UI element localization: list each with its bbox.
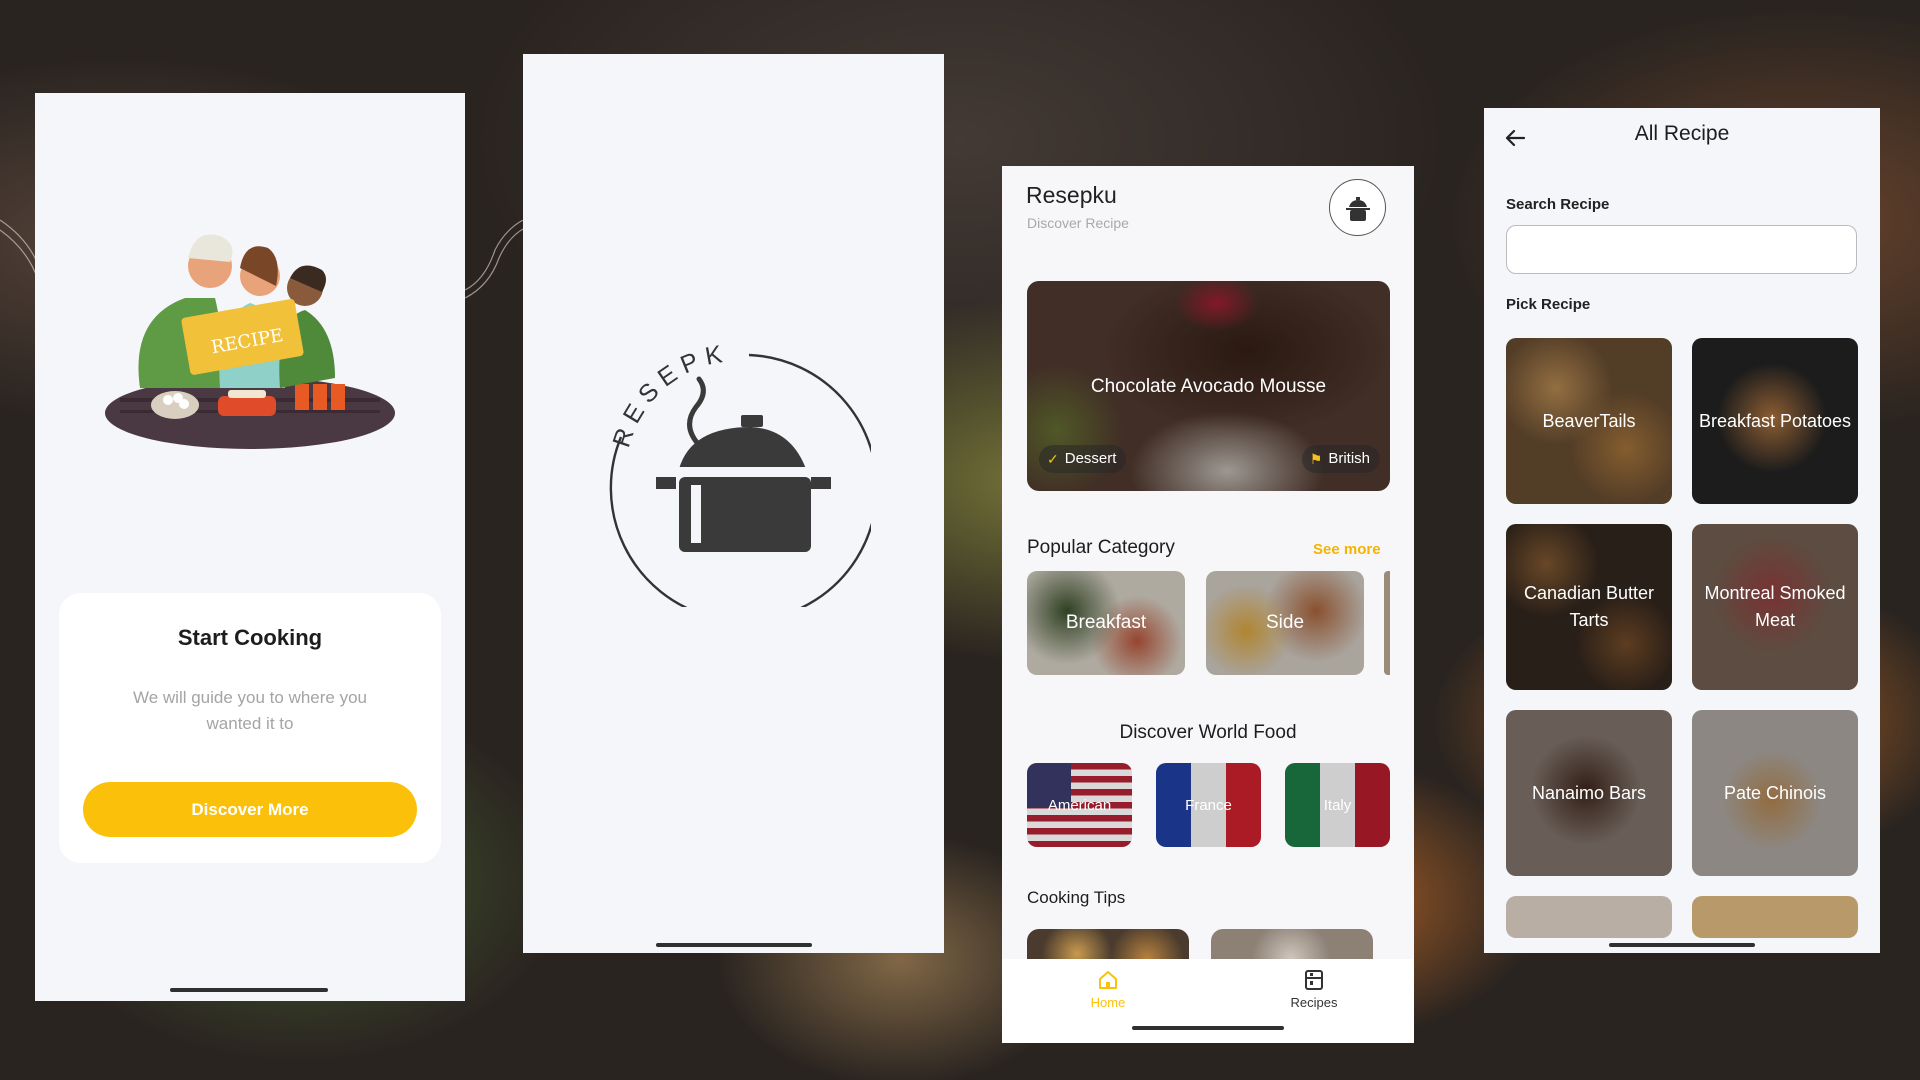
recipe-card-label: Nanaimo Bars (1506, 710, 1672, 876)
search-input[interactable] (1506, 225, 1857, 274)
home-indicator (1132, 1026, 1284, 1030)
page-title: All Recipe (1634, 122, 1730, 145)
onboarding-card: Start Cooking We will guide you to where… (59, 593, 441, 863)
recipe-card-label: Montreal Smoked Meat (1692, 524, 1858, 690)
recipe-card[interactable]: BeaverTails (1506, 338, 1672, 504)
profile-avatar[interactable] (1329, 179, 1386, 236)
recipe-card[interactable]: Montreal Smoked Meat (1692, 524, 1858, 690)
area-chip-label: British (1328, 450, 1370, 467)
recipe-card[interactable]: Canadian Butter Tarts (1506, 524, 1672, 690)
recipe-card-label: Breakfast Potatoes (1692, 338, 1858, 504)
category-chip: ✓ Dessert (1039, 445, 1127, 473)
app-title: Resepku (1026, 182, 1117, 208)
bottom-navigation: Home Recipes (1002, 959, 1414, 1043)
resepku-logo: RESEPKU (601, 337, 871, 607)
category-label: Side (1206, 571, 1364, 675)
world-food-label: France (1156, 763, 1261, 847)
recipe-card-label: Pate Chinois (1692, 710, 1858, 876)
see-more-link[interactable]: See more (1313, 541, 1381, 558)
dessert-icon: ✓ (1047, 451, 1059, 467)
recipe-card[interactable]: Breakfast Potatoes (1692, 338, 1858, 504)
splash-screen: RESEPKU (523, 54, 944, 953)
nav-home[interactable]: Home (1068, 969, 1148, 1010)
area-chip: ⚑ British (1301, 445, 1380, 473)
home-screen: Resepku Discover Recipe Chocolate Avocad… (1002, 166, 1414, 1043)
cooking-family-illustration: RECIPE (105, 234, 395, 449)
category-card-breakfast[interactable]: Breakfast (1027, 571, 1185, 675)
world-food-france[interactable]: France (1156, 763, 1261, 847)
recipe-card-partial[interactable] (1506, 896, 1672, 938)
recipe-card-partial[interactable] (1692, 896, 1858, 938)
world-food-label: Italy (1285, 763, 1390, 847)
world-food-title: Discover World Food (1119, 722, 1297, 743)
popular-category-title: Popular Category (1027, 537, 1175, 558)
category-chip-label: Dessert (1064, 450, 1117, 467)
home-icon (1099, 971, 1117, 989)
search-label: Search Recipe (1506, 196, 1610, 213)
category-card-side[interactable]: Side (1206, 571, 1364, 675)
background-line-art (0, 219, 40, 281)
onboarding-title: Start Cooking (177, 625, 323, 650)
onboarding-screen: RECIPE Start Cooking We will guide you t… (35, 93, 465, 1001)
recipe-card-label: Canadian Butter Tarts (1506, 524, 1672, 690)
recipe-card[interactable]: Pate Chinois (1692, 710, 1858, 876)
category-label: Breakfast (1027, 571, 1185, 675)
recipe-card-label: BeaverTails (1506, 338, 1672, 504)
home-indicator (656, 943, 812, 947)
app-subtitle: Discover Recipe (1027, 215, 1129, 231)
all-recipe-screen: All Recipe Search Recipe Pick Recipe Bea… (1484, 108, 1880, 953)
nav-recipes[interactable]: Recipes (1274, 969, 1354, 1010)
nav-home-label: Home (1090, 995, 1126, 1010)
recipes-icon (1305, 970, 1323, 990)
nav-recipes-label: Recipes (1290, 995, 1338, 1010)
flag-icon: ⚑ (1309, 451, 1323, 467)
pick-recipe-label: Pick Recipe (1506, 296, 1591, 313)
recipe-card[interactable]: Nanaimo Bars (1506, 710, 1672, 876)
world-food-italy[interactable]: Italy (1285, 763, 1390, 847)
featured-recipe-card[interactable]: Chocolate Avocado Mousse ✓ Dessert ⚑ Bri… (1027, 281, 1390, 491)
cooking-tips-title: Cooking Tips (1027, 888, 1126, 907)
category-card-partial[interactable] (1384, 571, 1390, 675)
discover-more-button[interactable]: Discover More (83, 782, 417, 837)
home-indicator (1609, 943, 1755, 947)
onboarding-description: We will guide you to where you wanted it… (132, 688, 368, 733)
background-line-art (465, 220, 525, 299)
featured-recipe-title: Chocolate Avocado Mousse (1090, 376, 1327, 397)
world-food-american[interactable]: American (1027, 763, 1132, 847)
pot-logo-icon (1345, 196, 1370, 221)
home-indicator (170, 988, 328, 992)
world-food-label: American (1027, 763, 1132, 847)
